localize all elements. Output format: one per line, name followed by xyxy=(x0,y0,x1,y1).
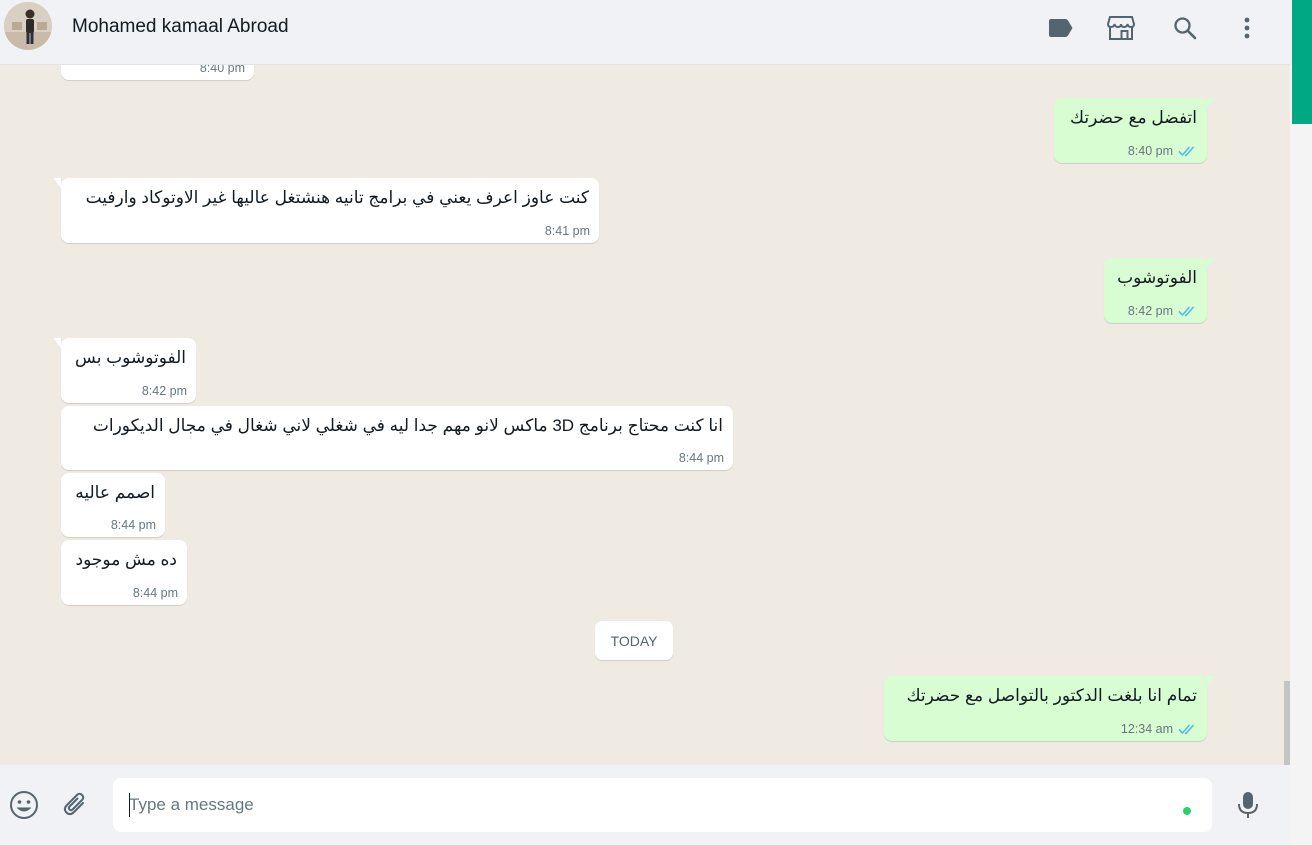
read-ticks-icon xyxy=(1178,146,1195,157)
message-bubble-incoming[interactable]: الفوتوشوب بس 8:42 pm xyxy=(53,338,196,403)
message-text: الفوتوشوب xyxy=(1117,268,1197,287)
message-list[interactable]: 8:40 pm اتفضل مع حضرتك 8:40 pm كنت عاوز … xyxy=(0,65,1290,765)
accent-strip xyxy=(1292,0,1312,124)
compose-bar xyxy=(0,765,1290,845)
emoji-icon[interactable] xyxy=(8,789,40,821)
message-input[interactable] xyxy=(129,778,1169,832)
message-text: كنت عاوز اعرف يعني في برامج تانيه هنشتغل… xyxy=(85,188,589,207)
read-ticks-icon xyxy=(1178,306,1195,317)
attach-icon[interactable] xyxy=(59,789,91,821)
bubble-tail xyxy=(1207,258,1215,268)
message-bubble-incoming[interactable]: انا كنت محتاج برنامج 3D ماكس لانو مهم جد… xyxy=(61,406,733,470)
message-time: 8:44 pm xyxy=(678,451,724,465)
message-bubble-outgoing[interactable]: اتفضل مع حضرتك 8:40 pm xyxy=(1054,98,1215,163)
bubble-tail xyxy=(53,338,61,348)
status-dot xyxy=(1183,807,1191,815)
microphone-icon[interactable] xyxy=(1232,789,1264,821)
contact-name[interactable]: Mohamed kamaal Abroad xyxy=(72,16,289,38)
message-time: 12:34 am xyxy=(1120,722,1173,736)
avatar-photo xyxy=(4,2,52,50)
message-text: اتفضل مع حضرتك xyxy=(1070,108,1197,127)
message-text: ده مش موجود xyxy=(75,550,177,569)
chat-header: Mohamed kamaal Abroad xyxy=(0,0,1290,65)
message-text: انا كنت محتاج برنامج 3D ماكس لانو مهم جد… xyxy=(92,416,723,435)
message-time: 8:44 pm xyxy=(110,518,156,532)
search-icon[interactable] xyxy=(1171,14,1199,42)
contact-avatar[interactable] xyxy=(4,2,52,50)
message-time: 8:42 pm xyxy=(1127,304,1173,318)
read-ticks-icon xyxy=(1178,724,1195,735)
menu-icon[interactable] xyxy=(1233,14,1261,42)
bubble-tail xyxy=(53,178,61,188)
chat-scrollbar[interactable] xyxy=(1284,681,1290,765)
text-caret xyxy=(129,793,130,817)
bubble-tail xyxy=(1207,676,1215,686)
date-divider: TODAY xyxy=(595,621,673,660)
message-time: 8:42 pm xyxy=(141,384,187,398)
store-icon[interactable] xyxy=(1107,14,1135,42)
message-bubble-outgoing[interactable]: تمام انا بلغت الدكتور بالتواصل مع حضرتك … xyxy=(884,676,1215,741)
message-text: الفوتوشوب بس xyxy=(75,348,186,367)
label-icon[interactable] xyxy=(1046,14,1074,42)
message-text: تمام انا بلغت الدكتور بالتواصل مع حضرتك xyxy=(906,686,1197,705)
message-time: 8:44 pm xyxy=(132,586,178,600)
message-bubble-outgoing[interactable]: الفوتوشوب 8:42 pm xyxy=(1104,258,1215,323)
message-bubble-incoming[interactable]: اصمم عاليه 8:44 pm xyxy=(61,473,165,537)
right-gutter xyxy=(1290,0,1312,845)
message-bubble-incoming[interactable]: ده مش موجود 8:44 pm xyxy=(61,540,187,605)
bubble-tail xyxy=(1207,98,1215,108)
message-time: 8:40 pm xyxy=(1127,144,1173,158)
message-text: اصمم عاليه xyxy=(75,483,155,502)
message-bubble-incoming[interactable]: 8:40 pm xyxy=(61,65,254,80)
message-time: 8:40 pm xyxy=(199,65,245,75)
message-time: 8:41 pm xyxy=(544,224,590,238)
message-bubble-incoming[interactable]: كنت عاوز اعرف يعني في برامج تانيه هنشتغل… xyxy=(53,178,599,243)
message-input-box[interactable] xyxy=(113,778,1212,832)
